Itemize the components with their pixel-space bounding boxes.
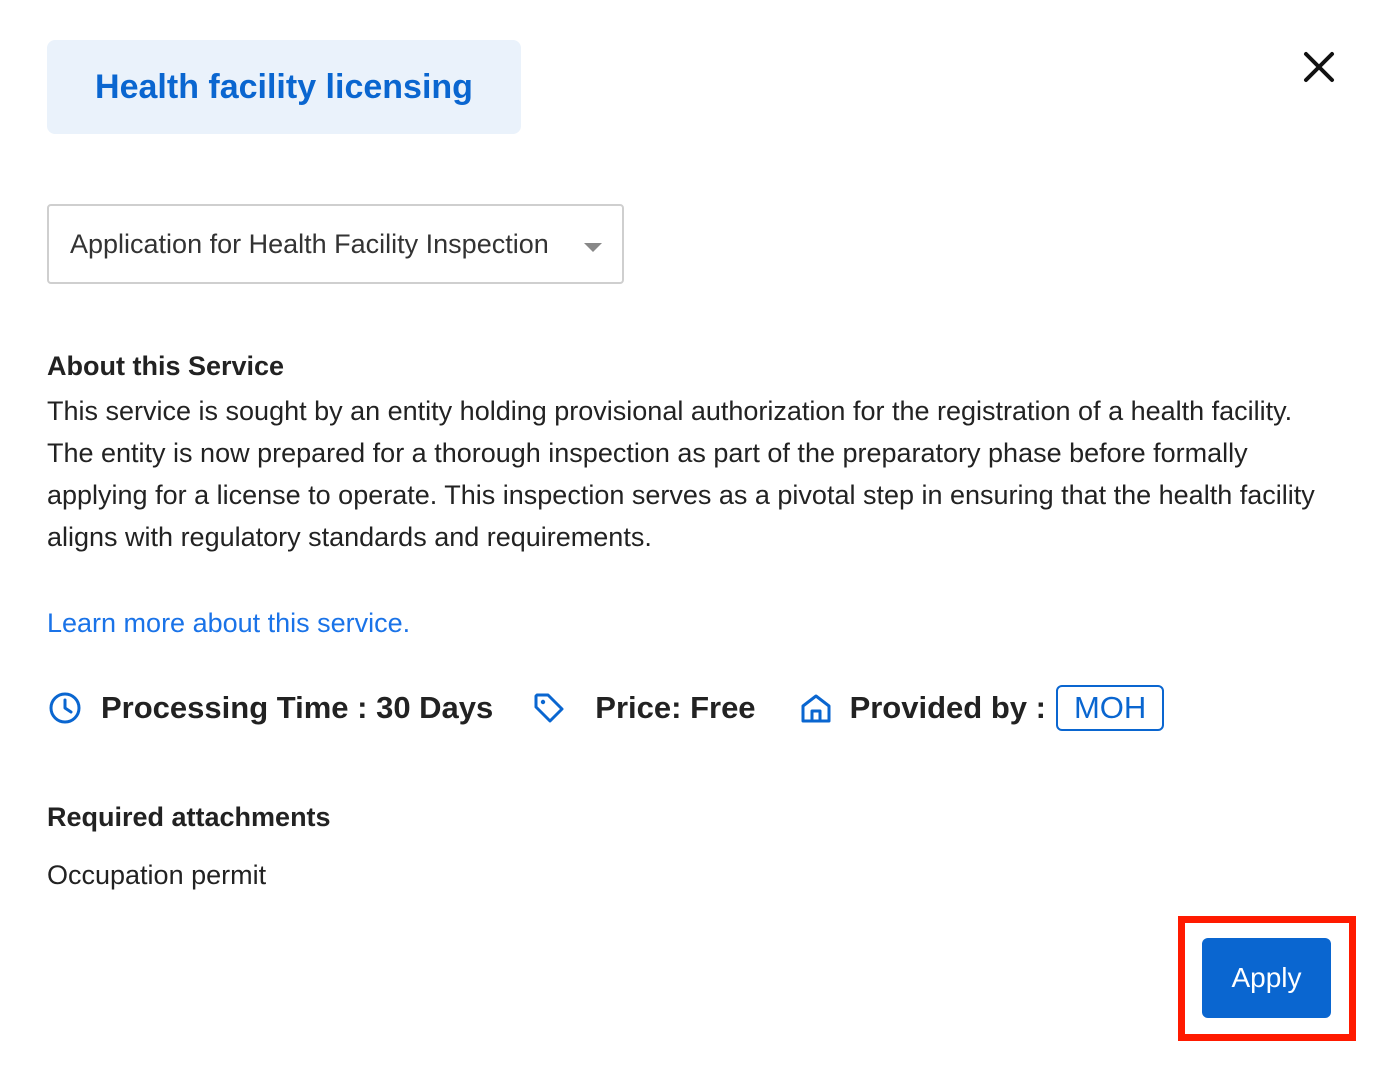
category-chip: Health facility licensing: [47, 40, 521, 134]
about-heading: About this Service: [47, 351, 285, 381]
provided-by-label: Provided by :: [849, 690, 1046, 725]
required-attachments-heading: Required attachments: [47, 802, 331, 832]
price-label: Price: Free: [595, 690, 756, 725]
price: Price: Free: [531, 690, 756, 726]
chevron-down-icon: [584, 243, 602, 252]
close-button[interactable]: [1296, 44, 1342, 90]
service-meta-row: Processing Time : 30 Days Price: Free Pr…: [47, 684, 1165, 732]
close-icon: [1304, 52, 1334, 82]
attachment-item: Occupation permit: [47, 860, 267, 890]
provider-badge: MOH: [1055, 685, 1165, 731]
clock-icon: [47, 690, 83, 726]
processing-time-label: Processing Time : 30 Days: [101, 690, 494, 725]
service-select-value: Application for Health Facility Inspecti…: [70, 228, 549, 259]
service-select[interactable]: Application for Health Facility Inspecti…: [47, 204, 624, 284]
processing-time: Processing Time : 30 Days: [47, 690, 493, 726]
learn-more-link[interactable]: Learn more about this service.: [47, 608, 410, 639]
tag-icon: [531, 690, 567, 726]
provided-by: Provided by : MOH: [798, 685, 1165, 731]
category-chip-label: Health facility licensing: [95, 67, 473, 106]
about-description: This service is sought by an entity hold…: [47, 396, 1315, 552]
service-detail-dialog: Health facility licensing Application fo…: [0, 0, 1380, 1076]
apply-button[interactable]: Apply: [1202, 938, 1331, 1018]
home-icon: [798, 690, 834, 726]
